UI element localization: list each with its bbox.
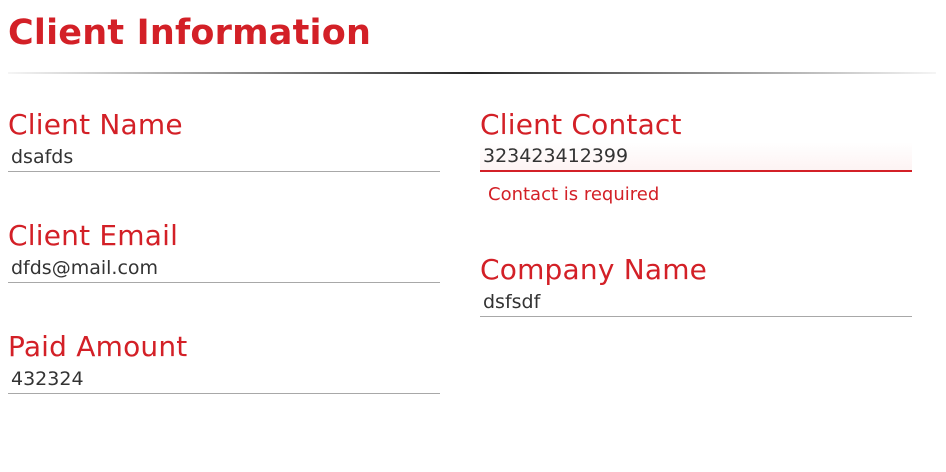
company-name-input[interactable] [480,287,912,317]
client-contact-error: Contact is required [488,184,660,205]
client-contact-label: Client Contact [480,108,682,141]
client-name-field: Client Name [8,108,440,172]
client-information-form: Client Information Client Name Client Em… [0,0,946,472]
paid-amount-label: Paid Amount [8,330,188,363]
client-contact-field: Client Contact Contact is required [480,108,912,206]
client-email-field: Client Email [8,219,440,283]
client-contact-input[interactable] [480,142,912,172]
company-name-label: Company Name [480,253,708,286]
client-email-label: Client Email [8,219,179,252]
paid-amount-input[interactable] [8,364,440,394]
client-name-label: Client Name [8,108,183,141]
title-divider [8,72,936,74]
client-email-input[interactable] [8,253,440,283]
company-name-field: Company Name [480,253,912,317]
paid-amount-field: Paid Amount [8,330,440,394]
client-name-input[interactable] [8,142,440,172]
page-title: Client Information [8,13,372,53]
